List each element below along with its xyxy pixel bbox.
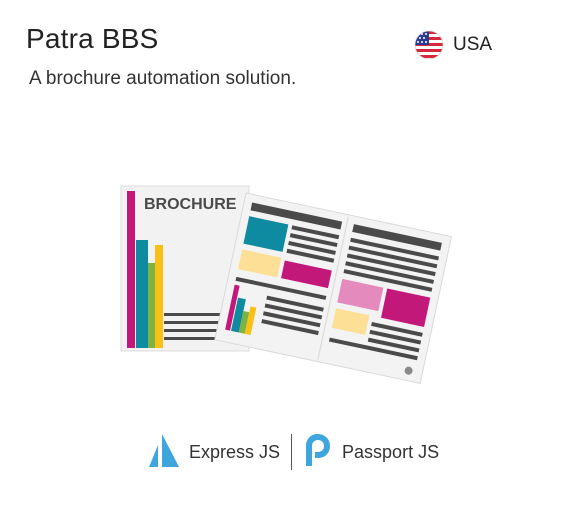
- brochure-illustration: BROCHURE: [118, 183, 464, 395]
- brochure-spread: [214, 192, 453, 384]
- tech-item-passport: Passport JS: [304, 432, 439, 473]
- tech-label-passport: Passport JS: [342, 441, 440, 462]
- country-label: USA: [453, 34, 493, 55]
- project-card: Patra BBS A brochure automation solution…: [0, 0, 580, 506]
- tech-stack: Express JS Passport JS: [148, 432, 439, 472]
- brochure-label: BROCHURE: [144, 196, 237, 213]
- tech-label-express: Express JS: [189, 441, 281, 462]
- express-js-icon: [148, 433, 180, 472]
- country-badge: USA: [414, 29, 492, 61]
- tech-item-express: Express JS: [148, 433, 280, 472]
- passport-js-icon: [304, 432, 332, 473]
- project-subtitle: A brochure automation solution.: [29, 68, 297, 89]
- us-flag-icon: [414, 30, 444, 60]
- tech-divider: [291, 434, 293, 470]
- project-title: Patra BBS: [26, 23, 159, 54]
